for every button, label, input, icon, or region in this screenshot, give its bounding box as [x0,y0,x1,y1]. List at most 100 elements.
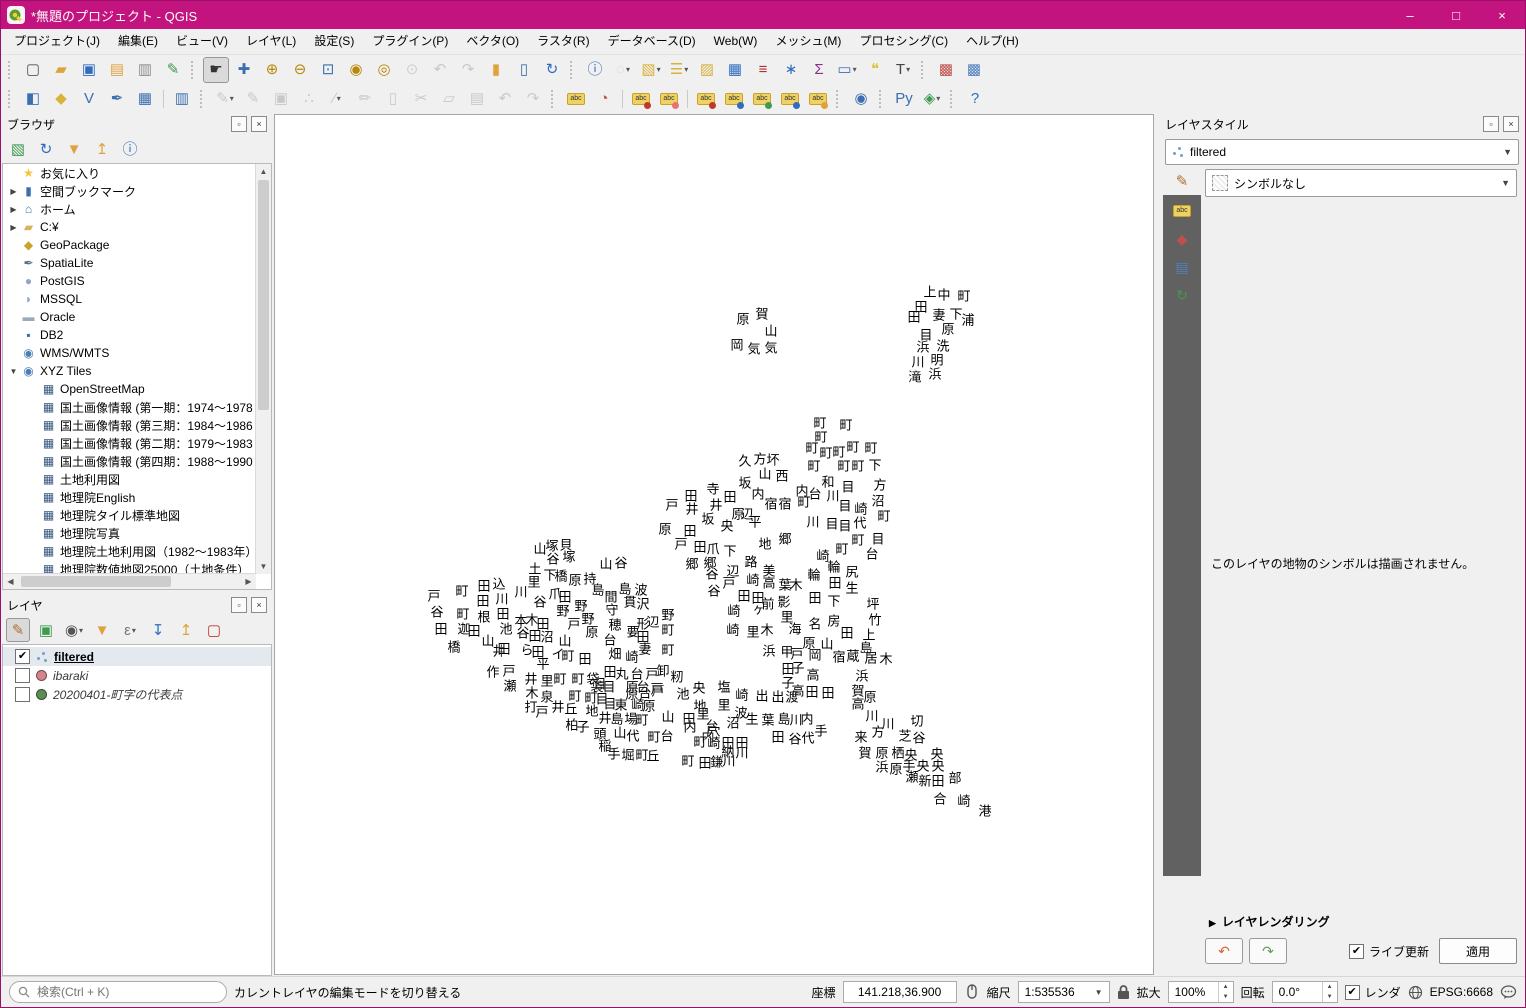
browser-close-button[interactable]: × [251,116,267,132]
metasearch[interactable]: ◉ [848,86,874,112]
browser-item-[interactable]: ★お気に入り [3,164,256,182]
open-layer-styling-panel[interactable]: ✎ [6,618,30,642]
processing-toolbox[interactable]: ∗ [778,57,804,83]
filter-by-expression[interactable]: ε▾ [118,618,142,642]
menu-item-11[interactable]: プロセシング(C) [850,29,957,54]
browser-item-[interactable]: ▶⌂ホーム [3,200,256,218]
measure[interactable]: ▭▾ [834,57,860,83]
open-project[interactable]: ▰ [48,57,74,83]
layer-labeling-options[interactable]: abc [563,86,589,112]
new-print-layout[interactable]: ▤ [104,57,130,83]
new-project[interactable]: ▢ [20,57,46,83]
menu-item-3[interactable]: レイヤ(L) [237,29,305,54]
zoom-out[interactable]: ⊖ [287,57,313,83]
show-hide-labels[interactable]: abc [721,86,747,112]
menu-item-7[interactable]: ラスタ(R) [528,29,598,54]
layer-row-2[interactable]: 20200401-町字の代表点 [3,685,271,704]
deselect-all[interactable]: ▨ [694,57,720,83]
pan-to-selection[interactable]: ✚ [231,57,257,83]
select-features[interactable]: ▧▾ [638,57,664,83]
tab-labels[interactable]: abc [1167,199,1197,223]
browser-item-db2[interactable]: ▪DB2 [3,326,256,344]
browser-item-mssql[interactable]: ◗MSSQL [3,290,256,308]
layer-row-1[interactable]: ibaraki [3,666,271,685]
epsg-code[interactable]: EPSG:6668 [1430,985,1493,999]
menu-item-6[interactable]: ベクタ(O) [457,29,528,54]
open-data-source-manager[interactable]: ◧ [20,86,46,112]
layer-row-0[interactable]: ✔filtered [3,647,271,666]
browser-item-19841986[interactable]: ▦国土画像情報 (第三期：1984～1986 [3,416,256,434]
help[interactable]: ? [962,86,988,112]
menu-item-5[interactable]: プラグイン(P) [363,29,457,54]
browser-item-oracle[interactable]: ▬Oracle [3,308,256,326]
layers-close-button[interactable]: × [251,597,267,613]
python-console[interactable]: Py [891,86,917,112]
minimize-button[interactable]: – [1387,1,1433,29]
tab-symbology-selected[interactable]: ✎ [1163,167,1201,195]
zoom-in[interactable]: ⊕ [259,57,285,83]
browser-item-19741978[interactable]: ▦国土画像情報 (第一期：1974～1978 [3,398,256,416]
new-virtual-layer[interactable]: ▥ [169,86,195,112]
menu-item-12[interactable]: ヘルプ(H) [957,29,1028,54]
browser-properties[interactable]: ⓘ [118,137,142,161]
browser-collapse-all[interactable]: ↥ [90,137,114,161]
browser-float-button[interactable]: ▫ [231,116,247,132]
browser-item-19881990[interactable]: ▦国土画像情報 (第四期：1988～1990 [3,452,256,470]
filter-legend[interactable]: ▼ [90,618,114,642]
style-redo-button[interactable]: ↷ [1249,938,1287,964]
browser-add-selected-layers[interactable]: ▧ [6,137,30,161]
pin-labels[interactable]: abc [628,86,654,112]
styling-float-button[interactable]: ▫ [1483,116,1499,132]
render-checkbox[interactable]: ✔ [1345,985,1360,1000]
show-statistics[interactable]: Σ [806,57,832,83]
map-canvas[interactable]: 原賀山岡気気上中町田田妻下浦目原浜洗川明滝浜町町町町町町町町町町町下久方坏山西坂… [274,114,1154,975]
map-tips[interactable]: ❝ [862,57,888,83]
expand-arrow-icon[interactable]: ▶ [7,187,20,196]
manage-map-themes[interactable]: ◉▾ [62,618,86,642]
menu-item-4[interactable]: 設定(S) [305,29,363,54]
menu-item-8[interactable]: データベース(D) [599,29,705,54]
crs-globe-icon[interactable] [1408,985,1423,1000]
expand-all[interactable]: ↧ [146,618,170,642]
browser-item-[interactable]: ▦土地利用図 [3,470,256,488]
close-button[interactable]: × [1479,1,1525,29]
lock-icon[interactable] [1117,985,1130,1000]
change-label[interactable]: abc [805,86,831,112]
browser-filter[interactable]: ▼ [62,137,86,161]
scale-combo[interactable]: 1:535536▼ [1018,981,1110,1003]
magnifier-spinner[interactable]: 100% ▲▼ [1168,981,1234,1003]
text-annotation[interactable]: T▾ [890,57,916,83]
menu-item-10[interactable]: メッシュ(M) [766,29,850,54]
pan-map[interactable]: ☛ [203,57,229,83]
coordinate-field[interactable]: 141.218,36.900 [843,981,957,1003]
move-label[interactable]: abc [749,86,775,112]
apply-button[interactable]: 適用 [1439,938,1517,964]
browser-item-openstreetmap[interactable]: ▦OpenStreetMap [3,380,256,398]
browser-item-geopackage[interactable]: ◆GeoPackage [3,236,256,254]
select-by-form[interactable]: ☰▾ [666,57,692,83]
add-group[interactable]: ▣ [34,618,58,642]
plugin-tile-a[interactable]: ▩ [933,57,959,83]
refresh-map[interactable]: ↻ [539,57,565,83]
browser-item-[interactable]: ▦地理院写真 [3,524,256,542]
zoom-full-extent[interactable]: ⊡ [315,57,341,83]
layer-visibility-checkbox[interactable]: ✔ [15,649,30,664]
field-calculator[interactable]: ≡ [750,57,776,83]
browser-item-[interactable]: ▦地理院タイル標準地図 [3,506,256,524]
new-spatialite-layer[interactable]: ✒ [104,86,130,112]
rotate-label[interactable]: abc [777,86,803,112]
browser-item-25000[interactable]: ▦地理院数値地図25000（土地条件） [3,560,256,574]
browser-item-postgis[interactable]: ●PostGIS [3,272,256,290]
pin-unpin-labels[interactable]: abc [693,86,719,112]
save-project[interactable]: ▣ [76,57,102,83]
browser-refresh[interactable]: ↻ [34,137,58,161]
layer-visibility-checkbox[interactable] [15,668,30,683]
layer-diagram-options[interactable]: ◔ [591,86,617,112]
style-undo-button[interactable]: ↶ [1205,938,1243,964]
zoom-to-layer[interactable]: ◎ [371,57,397,83]
messages-icon[interactable] [1500,985,1517,1000]
styling-layer-selector[interactable]: filtered ▼ [1165,139,1519,165]
browser-item-wmswmts[interactable]: ◉WMS/WMTS [3,344,256,362]
tab-3d-view[interactable]: ◆ [1167,227,1197,251]
browser-item-19791983[interactable]: ▦国土画像情報 (第二期：1979～1983 [3,434,256,452]
